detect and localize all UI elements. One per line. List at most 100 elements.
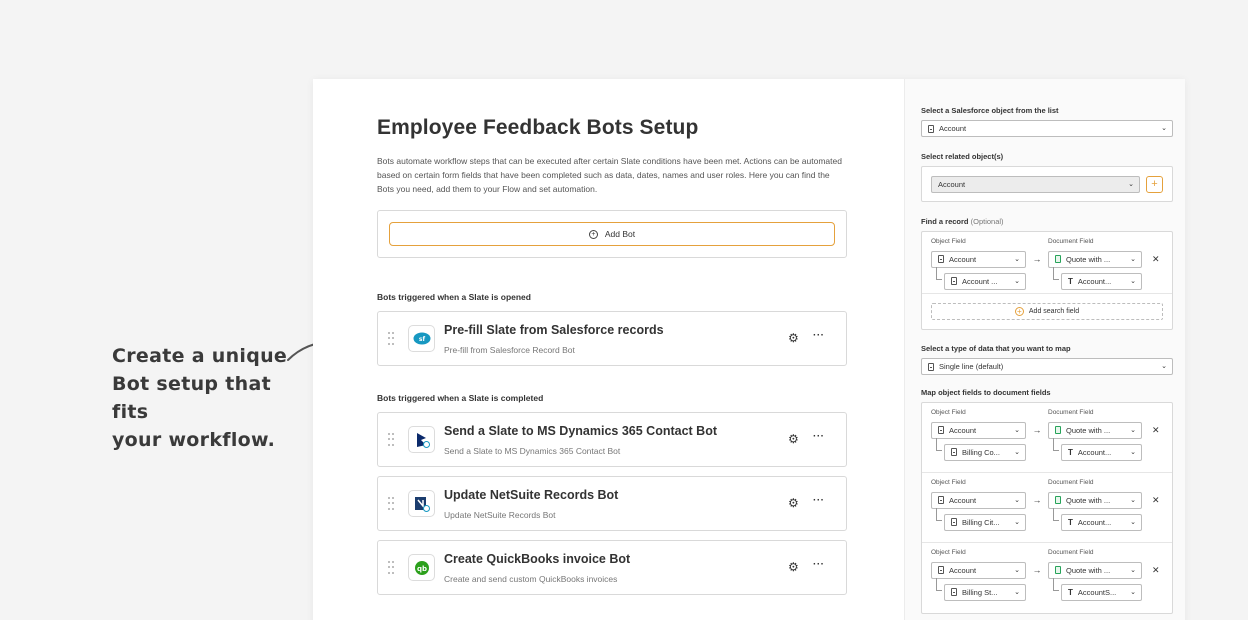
chevron-down-icon: ⌄: [1014, 588, 1020, 596]
select-value: Quote with ...: [1066, 495, 1111, 505]
text-field-icon: T: [1068, 517, 1073, 527]
object-field-select[interactable]: Account ⌄: [931, 561, 1026, 579]
related-object-select[interactable]: Account ⌄: [931, 175, 1140, 193]
related-objects-label: Select related object(s): [921, 152, 1004, 161]
chevron-down-icon: ⌄: [1130, 566, 1136, 574]
document-icon: [938, 255, 944, 263]
chevron-down-icon: ⌄: [1161, 363, 1167, 370]
spreadsheet-icon: [1055, 255, 1061, 263]
callout-line: Bot setup that fits: [112, 373, 271, 423]
bot-subtitle: Create and send custom QuickBooks invoic…: [444, 574, 618, 584]
chevron-down-icon: ⌄: [1014, 496, 1020, 504]
select-value: Quote with ...: [1066, 254, 1111, 264]
drag-handle-icon[interactable]: [388, 433, 394, 447]
chevron-down-icon: ⌄: [1161, 125, 1167, 132]
connector-line: [1053, 437, 1059, 451]
more-options-icon[interactable]: ···: [813, 330, 825, 341]
object-field-heading: Object Field: [931, 479, 966, 486]
close-icon[interactable]: ✕: [1152, 565, 1160, 576]
sub-document-field-select[interactable]: T Account... ⌄: [1061, 272, 1142, 290]
bot-subtitle: Send a Slate to MS Dynamics 365 Contact …: [444, 446, 621, 456]
document-field-heading: Document Field: [1048, 479, 1094, 486]
document-icon: [951, 277, 957, 285]
add-search-label: Add search field: [1028, 308, 1080, 315]
bot-card[interactable]: Update NetSuite Records Bot Update NetSu…: [377, 476, 847, 531]
sub-document-field-select[interactable]: T AccountS... ⌄: [1061, 583, 1142, 601]
connector-line: [936, 507, 942, 521]
chevron-down-icon: ⌄: [1130, 518, 1136, 526]
data-type-label: Select a type of data that you want to m…: [921, 344, 1071, 353]
bot-card[interactable]: Send a Slate to MS Dynamics 365 Contact …: [377, 412, 847, 467]
more-options-icon[interactable]: ···: [813, 559, 825, 570]
bots-setup-card: Employee Feedback Bots Setup Bots automa…: [313, 79, 1185, 620]
bot-card[interactable]: qb Create QuickBooks invoice Bot Create …: [377, 540, 847, 595]
sub-object-field-select[interactable]: Billing Cit... ⌄: [944, 513, 1026, 531]
object-field-select[interactable]: Account ⌄: [931, 491, 1026, 509]
add-search-field-button[interactable]: + Add search field: [931, 303, 1163, 320]
select-value: Account: [949, 495, 977, 505]
sub-object-field-select[interactable]: Account ... ⌄: [944, 272, 1026, 290]
close-icon[interactable]: ✕: [1152, 425, 1160, 436]
connector-line: [1053, 577, 1059, 591]
gear-icon[interactable]: ⚙: [788, 561, 799, 573]
salesforce-icon: sf: [408, 325, 435, 352]
add-related-object-button[interactable]: +: [1146, 175, 1163, 193]
salesforce-object-select[interactable]: Account ⌄: [921, 120, 1173, 137]
select-value: Single line (default): [939, 362, 1004, 371]
connector-line: [1053, 507, 1059, 521]
drag-handle-icon[interactable]: [388, 332, 394, 346]
svg-text:qb: qb: [416, 565, 426, 573]
object-field-select[interactable]: Account ⌄: [931, 421, 1026, 439]
document-field-select[interactable]: Quote with ... ⌄: [1048, 250, 1142, 268]
close-icon[interactable]: ✕: [1152, 254, 1160, 265]
object-field-select[interactable]: Account ⌄: [931, 250, 1026, 268]
plus-circle-icon: +: [588, 229, 598, 239]
document-field-select[interactable]: Quote with ... ⌄: [1048, 421, 1142, 439]
drag-handle-icon[interactable]: [388, 561, 394, 575]
gear-icon[interactable]: ⚙: [788, 332, 799, 344]
sub-object-field-select[interactable]: Billing Co... ⌄: [944, 443, 1026, 461]
document-field-select[interactable]: Quote with ... ⌄: [1048, 561, 1142, 579]
chevron-down-icon: ⌄: [1014, 566, 1020, 574]
sub-object-field-select[interactable]: Billing St... ⌄: [944, 583, 1026, 601]
sub-document-field-select[interactable]: T Account... ⌄: [1061, 513, 1142, 531]
select-value: Billing St...: [962, 587, 998, 597]
svg-text:sf: sf: [418, 336, 425, 343]
select-value: Quote with ...: [1066, 565, 1111, 575]
bot-card[interactable]: sf Pre-fill Slate from Salesforce record…: [377, 311, 847, 366]
add-bot-button[interactable]: + Add Bot: [389, 222, 835, 246]
bot-title: Create QuickBooks invoice Bot: [444, 552, 631, 566]
document-icon: [951, 448, 957, 456]
select-value: Account: [949, 254, 977, 264]
connector-line: [936, 437, 942, 451]
sub-document-field-select[interactable]: T Account... ⌄: [1061, 443, 1142, 461]
data-type-select[interactable]: Single line (default) ⌄: [921, 358, 1173, 375]
connector-line: [1053, 266, 1059, 280]
find-record-box: Object Field Document Field Account ⌄ → …: [921, 231, 1173, 330]
field-mapping-row: Object Field Document Field Account ⌄ → …: [922, 403, 1172, 473]
more-options-icon[interactable]: ···: [813, 431, 825, 442]
find-record-label: Find a record (Optional): [921, 217, 1172, 226]
add-search-wrap: + Add search field: [922, 303, 1172, 320]
callout-line: your workflow.: [112, 429, 276, 451]
related-objects-box: Account ⌄ +: [921, 166, 1173, 202]
chevron-down-icon: ⌄: [1014, 518, 1020, 526]
gear-icon[interactable]: ⚙: [788, 497, 799, 509]
plus-circle-icon: +: [1014, 307, 1024, 316]
document-field-heading: Document Field: [1048, 238, 1094, 245]
document-field-heading: Document Field: [1048, 549, 1094, 556]
find-record-text: Find a record: [921, 217, 969, 226]
field-mapping-row: Object Field Document Field Account ⌄ → …: [922, 473, 1172, 543]
select-value: Account ...: [962, 276, 998, 286]
annotation-callout: Create a unique Bot setup that fits your…: [112, 342, 312, 454]
object-field-heading: Object Field: [931, 549, 966, 556]
select-value: Billing Co...: [962, 447, 1000, 457]
more-options-icon[interactable]: ···: [813, 495, 825, 506]
close-icon[interactable]: ✕: [1152, 495, 1160, 506]
document-field-select[interactable]: Quote with ... ⌄: [1048, 491, 1142, 509]
drag-handle-icon[interactable]: [388, 497, 394, 511]
connector-line: [936, 577, 942, 591]
section-label-opened: Bots triggered when a Slate is opened: [377, 292, 531, 302]
gear-icon[interactable]: ⚙: [788, 433, 799, 445]
select-value: Account...: [1077, 517, 1112, 527]
